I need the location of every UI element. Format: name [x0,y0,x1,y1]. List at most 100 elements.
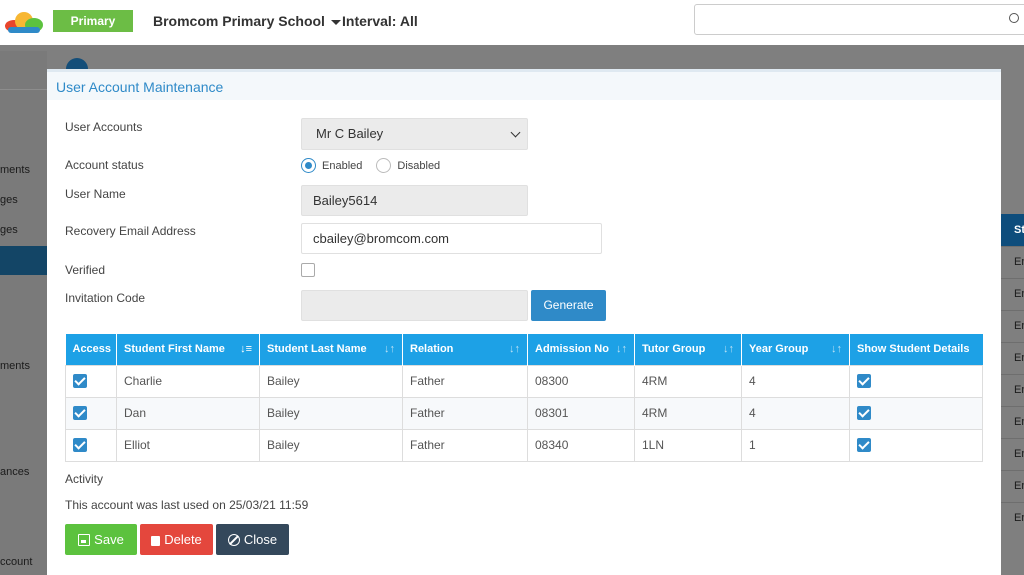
user-name-field[interactable]: Bailey5614 [301,185,528,216]
interval-label[interactable]: Interval: All [342,13,418,29]
sort-asc-icon[interactable]: ↓≡ [240,343,252,355]
col-header-tutor-group[interactable]: Tutor Group ↓↑ [634,334,742,365]
ban-icon [227,533,240,546]
first-name-cell: Charlie [116,364,260,398]
trash-icon [151,535,161,546]
admission-cell: 08340 [527,428,635,462]
show-details-cell [849,396,983,430]
students-table: Access Student First Name ↓≡ Student Last… [65,334,983,462]
enabled-label: Enabled [322,159,363,172]
background-nav-item: ges [0,194,18,206]
caret-down-icon [330,19,341,25]
recovery-email-label: Recovery Email Address [65,224,196,238]
last-name-cell: Bailey [259,396,403,430]
access-cell [65,428,117,462]
table-row: Elliot Bailey Father 08340 1LN 1 [65,428,983,462]
col-header-show-details[interactable]: Show Student Details [849,334,983,365]
user-accounts-select[interactable]: Mr C Bailey [301,118,528,150]
show-details-checkbox[interactable] [857,438,871,453]
search-icon[interactable] [1009,13,1019,23]
verified-label: Verified [65,263,106,277]
sort-icon[interactable]: ↓↑ [384,343,395,355]
year-cell: 4 [741,364,850,398]
generate-button[interactable]: Generate [531,290,606,321]
year-cell: 4 [741,396,850,430]
activity-label: Activity [65,472,104,486]
tutor-cell: 1LN [634,428,742,462]
background-table-cell: Er [1001,342,1024,374]
background-nav-item: ments [0,360,30,372]
background-table-cell: Er [1001,438,1024,470]
col-header-access[interactable]: Access [65,334,117,365]
school-selector[interactable]: Bromcom Primary School [153,13,341,29]
access-checkbox[interactable] [73,374,87,389]
first-name-cell: Elliot [116,428,260,462]
last-name-cell: Bailey [259,364,403,398]
background-table-header: St [1001,214,1024,246]
user-accounts-label: User Accounts [65,120,143,134]
user-account-modal: User Account Maintenance User Accounts M… [47,69,1001,575]
tutor-cell: 4RM [634,396,742,430]
disabled-label: Disabled [397,159,441,172]
col-header-relation[interactable]: Relation ↓↑ [402,334,528,365]
top-bar: Primary Bromcom Primary School Interval:… [0,0,1024,45]
disabled-radio[interactable] [376,158,392,173]
admission-cell: 08300 [527,364,635,398]
table-row: Charlie Bailey Father 08300 4RM 4 [65,364,983,398]
access-cell [65,396,117,430]
account-status-group: Enabled Disabled [301,158,440,173]
account-status-label: Account status [65,158,144,172]
admission-cell: 08301 [527,396,635,430]
sort-icon[interactable]: ↓↑ [616,343,627,355]
modal-header: User Account Maintenance [47,69,1001,100]
background-table: St Er Er Er Er Er Er Er Er Er [1001,51,1024,575]
primary-badge[interactable]: Primary [53,10,133,32]
show-details-checkbox[interactable] [857,374,871,389]
school-name: Bromcom Primary School [153,13,325,29]
close-button[interactable]: Close [216,524,289,555]
col-header-first-name[interactable]: Student First Name ↓≡ [116,334,260,365]
cloud-logo[interactable] [4,10,44,34]
background-table-cell: Er [1001,406,1024,438]
col-header-last-name[interactable]: Student Last Name ↓↑ [259,334,403,365]
year-cell: 1 [741,428,850,462]
background-nav-item: ances [0,466,30,478]
recovery-email-field[interactable]: cbailey@bromcom.com [301,223,602,254]
invitation-code-label: Invitation Code [65,291,146,305]
background-nav-item: ments [0,164,30,176]
access-cell [65,364,117,398]
first-name-cell: Dan [116,396,260,430]
save-button[interactable]: Save [65,524,137,555]
background-nav-item-active [0,246,47,275]
background-table-cell: Er [1001,502,1024,534]
relation-cell: Father [402,364,528,398]
sort-icon[interactable]: ↓↑ [831,343,842,355]
access-checkbox[interactable] [73,406,87,421]
background-table-cell: Er [1001,310,1024,342]
show-details-cell [849,428,983,462]
col-header-admission-no[interactable]: Admission No ↓↑ [527,334,635,365]
verified-checkbox[interactable] [301,263,315,277]
user-name-label: User Name [65,187,126,201]
save-label: Save [94,532,124,547]
invitation-code-field[interactable] [301,290,528,321]
last-name-cell: Bailey [259,428,403,462]
background-nav-item: ccount [0,556,33,568]
table-header-row: Access Student First Name ↓≡ Student Last… [65,334,983,365]
sort-icon[interactable]: ↓↑ [723,343,734,355]
table-row: Dan Bailey Father 08301 4RM 4 [65,396,983,430]
last-used-text: This account was last used on 25/03/21 1… [65,498,309,512]
modal-title: User Account Maintenance [56,79,224,95]
col-header-year-group[interactable]: Year Group ↓↑ [741,334,850,365]
access-checkbox[interactable] [73,438,87,453]
show-details-checkbox[interactable] [857,406,871,421]
enabled-radio[interactable] [301,158,316,173]
sort-icon[interactable]: ↓↑ [509,343,520,355]
background-table-cell: Er [1001,374,1024,406]
background-table-cell: Er [1001,470,1024,502]
chevron-down-icon [510,127,521,138]
delete-label: Delete [164,532,202,547]
delete-button[interactable]: Delete [140,524,213,555]
relation-cell: Father [402,428,528,462]
search-input[interactable] [694,4,1024,35]
